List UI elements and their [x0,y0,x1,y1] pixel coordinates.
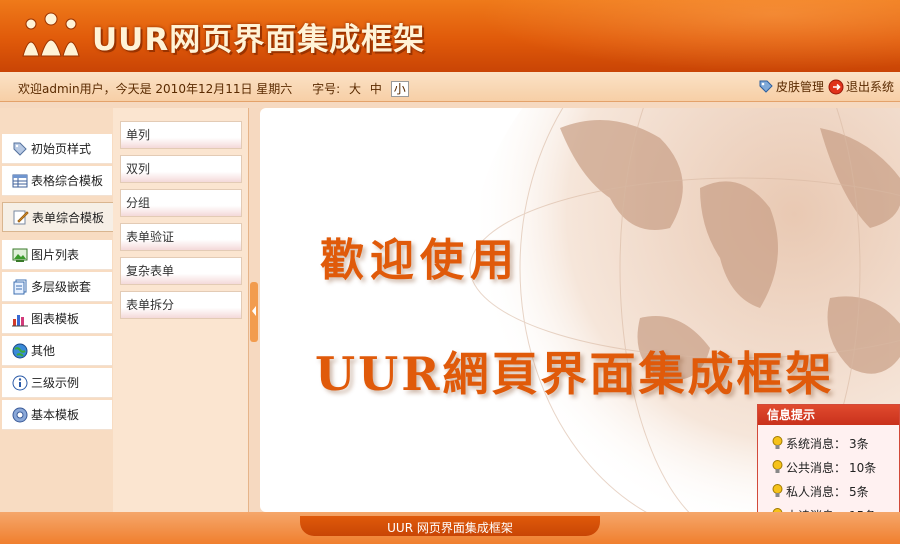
menu-item-chart-templates[interactable]: 图表模板 [2,304,112,334]
menu-item-basic-templates[interactable]: 基本模板 [2,400,112,430]
lightbulb-icon [772,460,783,473]
menu-item-label: 三级示例 [31,376,80,390]
submenu-item-double-column[interactable]: 双列 [120,155,242,183]
message-label: 公共消息： [786,460,847,475]
table-icon [12,174,28,187]
message-popup-title: 信息提示 [758,405,899,425]
font-size-large-button[interactable]: 大 [349,82,361,96]
welcome-text: 欢迎admin用户，今天是 2010年12月11日 星期六 [18,82,293,96]
message-popup: 信息提示 系统消息：3条 公共消息：10条 私人消息：5条 未读消息：15条 [757,404,900,528]
font-size-label: 字号: [312,82,341,96]
font-size-small-button[interactable]: 小 [390,81,409,97]
app-header: UUR网页界面集成框架 [0,0,900,72]
welcome-product-name: UUR網頁界面集成框架 [315,347,835,401]
menu-item-label: 其他 [31,344,56,358]
skin-manage-label: 皮肤管理 [775,80,824,94]
submenu-item-form-validation[interactable]: 表单验证 [120,223,242,251]
menu-item-label: 初始页样式 [31,142,92,156]
lightbulb-icon [772,484,783,497]
logout-label: 退出系统 [845,80,894,94]
font-size-medium-button[interactable]: 中 [370,82,382,96]
document-icon [13,279,27,294]
submenu-item-form-split[interactable]: 表单拆分 [120,291,242,319]
menu-item-label: 基本模板 [31,408,80,422]
menu-item-label: 多层级嵌套 [31,280,92,294]
logout-icon [828,79,844,94]
tag-icon [13,142,27,156]
logout-button[interactable]: 退出系统 [828,78,894,95]
bar-chart-icon [12,314,28,326]
menu-item-picture-list[interactable]: 图片列表 [2,240,112,270]
message-row-public[interactable]: 公共消息： 10条 [758,455,899,479]
menu-item-label: 表单综合模板 [32,210,105,225]
message-row-private[interactable]: 私人消息： 5条 [758,479,899,503]
skin-manage-button[interactable]: 皮肤管理 [758,78,824,95]
top-actions: 皮肤管理 退出系统 [758,78,894,95]
gear-icon [12,407,28,422]
app-title: UUR网页界面集成框架 [92,22,426,58]
user-date-info: 欢迎admin用户，今天是 2010年12月11日 星期六 字号: 大 中 小 [18,80,411,97]
info-bar: 欢迎admin用户，今天是 2010年12月11日 星期六 字号: 大 中 小 … [0,72,900,102]
menu-item-start-style[interactable]: 初始页样式 [2,134,112,164]
picture-icon [12,248,28,262]
menu-item-label: 表格综合模板 [31,174,104,188]
main-menu: 初始页样式 表格综合模板 表单综合模板 图片列表 多层级嵌套 图表模板 其他 三… [2,134,114,434]
logo-icon [22,12,80,57]
form-edit-icon [13,210,29,225]
message-row-system[interactable]: 系统消息： 3条 [758,431,899,455]
menu-item-label: 图片列表 [31,248,80,262]
welcome-heading: 歡迎使用 [320,235,520,286]
info-icon [12,375,28,390]
skin-tag-icon [759,80,773,93]
menu-item-three-level[interactable]: 三级示例 [2,368,112,398]
footer-text: UUR 网页界面集成框架 [387,521,513,535]
message-count: 5条 [849,484,869,499]
menu-item-form-templates[interactable]: 表单综合模板 [2,202,114,232]
menu-item-other[interactable]: 其他 [2,336,112,366]
lightbulb-icon [772,436,783,449]
message-count: 10条 [849,460,877,475]
submenu-item-single-column[interactable]: 单列 [120,121,242,149]
submenu-item-complex-form[interactable]: 复杂表单 [120,257,242,285]
menu-item-table-templates[interactable]: 表格综合模板 [2,166,112,196]
menu-item-label: 图表模板 [31,312,80,326]
globe-icon [12,343,28,358]
submenu-item-group[interactable]: 分组 [120,189,242,217]
message-label: 私人消息： [786,484,847,499]
message-count: 3条 [849,436,869,451]
menu-item-multilevel[interactable]: 多层级嵌套 [2,272,112,302]
collapse-handle[interactable] [250,282,258,342]
message-label: 系统消息： [786,436,847,451]
header-glow [480,0,900,72]
